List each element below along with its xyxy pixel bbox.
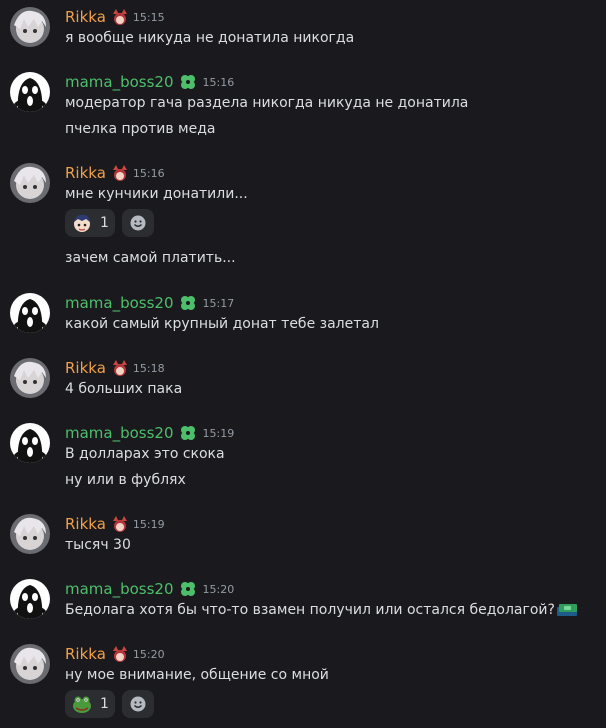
message-text: ну или в фублях — [65, 472, 186, 488]
rikka-avatar[interactable] — [10, 358, 50, 398]
timestamp: 15:19 — [132, 517, 165, 531]
username[interactable]: Rikka — [65, 164, 106, 182]
timestamp: 15:20 — [202, 582, 235, 596]
add-reaction-button[interactable] — [122, 209, 154, 237]
username[interactable]: mama_boss20 — [65, 294, 174, 312]
username[interactable]: mama_boss20 — [65, 424, 174, 442]
message-text-content: Бедолага хотя бы что-то взамен получил и… — [65, 602, 555, 618]
anime-boy-emoji-icon — [71, 212, 93, 234]
catgirl-badge-icon — [111, 515, 129, 533]
reaction-count: 1 — [100, 215, 109, 231]
mama-avatar[interactable] — [10, 72, 50, 112]
message-text: Бедолага хотя бы что-то взамен получил и… — [65, 601, 578, 619]
timestamp: 15:19 — [202, 426, 235, 440]
rikka-avatar[interactable] — [10, 7, 50, 47]
message-text: я вообще никуда не донатила никогда — [65, 30, 355, 46]
reaction-chip[interactable]: 1 — [65, 209, 115, 237]
message-text: 4 больших пака — [65, 381, 183, 397]
clover-badge-icon — [179, 580, 197, 598]
add-reaction-button[interactable] — [122, 690, 154, 718]
mama-avatar[interactable] — [10, 293, 50, 333]
clover-badge-icon — [179, 424, 197, 442]
timestamp: 15:16 — [202, 75, 235, 89]
frog-emoji-icon — [71, 693, 93, 715]
timestamp: 15:16 — [132, 166, 165, 180]
username[interactable]: Rikka — [65, 515, 106, 533]
timestamp: 15:18 — [132, 361, 165, 375]
message-text: зачем самой платить... — [65, 250, 236, 266]
catgirl-badge-icon — [111, 359, 129, 377]
message-text: модератор гача раздела никогда никуда не… — [65, 95, 469, 111]
timestamp: 15:20 — [132, 647, 165, 661]
message-text: тысяч 30 — [65, 537, 131, 553]
message-text: ну мое внимание, общение со мной — [65, 667, 329, 683]
smiley-icon — [130, 696, 146, 712]
username[interactable]: Rikka — [65, 645, 106, 663]
message-text: пчелка против меда — [65, 121, 216, 137]
username[interactable]: Rikka — [65, 359, 106, 377]
username[interactable]: Rikka — [65, 8, 106, 26]
rikka-avatar[interactable] — [10, 644, 50, 684]
smiley-icon — [130, 215, 146, 231]
rikka-avatar[interactable] — [10, 163, 50, 203]
reaction-chip[interactable]: 1 — [65, 690, 115, 718]
timestamp: 15:15 — [132, 10, 165, 24]
message-text: какой самый крупный донат тебе залетал — [65, 316, 379, 332]
message-text: мне кунчики донатили... — [65, 186, 248, 202]
reaction-count: 1 — [100, 696, 109, 712]
mama-avatar[interactable] — [10, 423, 50, 463]
mama-avatar[interactable] — [10, 579, 50, 619]
rikka-avatar[interactable] — [10, 514, 50, 554]
clover-badge-icon — [179, 73, 197, 91]
catgirl-badge-icon — [111, 8, 129, 26]
timestamp: 15:17 — [202, 296, 235, 310]
clover-badge-icon — [179, 294, 197, 312]
catgirl-badge-icon — [111, 645, 129, 663]
username[interactable]: mama_boss20 — [65, 580, 174, 598]
catgirl-badge-icon — [111, 164, 129, 182]
chat-log: Rikka 15:15 я вообще никуда не донатила … — [0, 0, 606, 728]
username[interactable]: mama_boss20 — [65, 73, 174, 91]
message-text: В долларах это скока — [65, 446, 225, 462]
cash-stack-emoji-icon — [556, 602, 578, 618]
